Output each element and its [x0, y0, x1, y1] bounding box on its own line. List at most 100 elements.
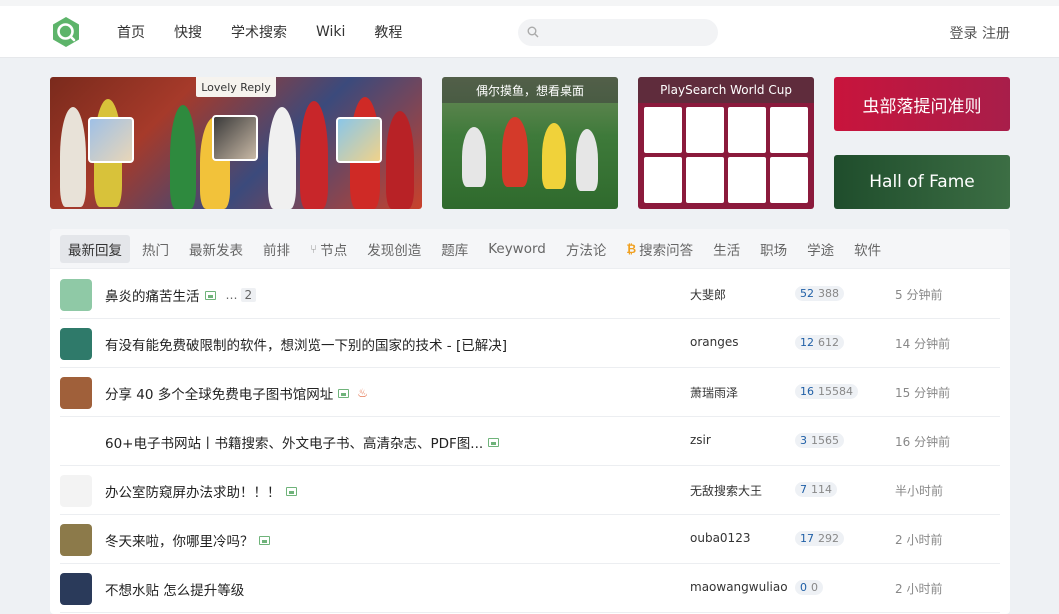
author-name[interactable]: oranges: [690, 335, 739, 349]
author-name[interactable]: 萧瑞雨泽: [690, 384, 738, 401]
banner-hall-of-fame[interactable]: Hall of Fame: [834, 155, 1010, 209]
table-row[interactable]: 冬天来啦，你哪里冷吗？ ouba0123 17 292 2 小时前: [60, 515, 1000, 564]
player-figure: [576, 129, 598, 191]
login-link[interactable]: 登录: [950, 26, 978, 42]
reply-view-count: 17 292: [795, 531, 844, 546]
reply-view-count: 16 15584: [795, 384, 858, 399]
player-figure: [268, 107, 296, 209]
author-name[interactable]: maowangwuliao: [690, 580, 788, 594]
avatar[interactable]: [60, 524, 92, 556]
tab-software[interactable]: 软件: [846, 235, 889, 263]
avatar[interactable]: [60, 377, 92, 409]
thread-title-link[interactable]: 不想水贴 怎么提升等级: [105, 579, 244, 599]
tab-methodology[interactable]: 方法论: [558, 235, 615, 263]
thread-title: 60+电子书网站丨书籍搜索、外文电子书、高清杂志、PDF图...: [105, 436, 484, 452]
tab-discover-create[interactable]: 发现创造: [359, 235, 429, 263]
image-icon: [338, 388, 350, 398]
search-input[interactable]: [546, 23, 706, 42]
tab-front-row[interactable]: 前排: [255, 235, 298, 263]
player-figure: [462, 127, 486, 187]
banner-question-rules[interactable]: 虫部落提问准则: [834, 77, 1010, 131]
tab-keyword[interactable]: Keyword: [480, 237, 554, 261]
table-row[interactable]: 有没有能免费破限制的软件，想浏览一下别的国家的技术 - [已解决] oranges…: [60, 319, 1000, 368]
banner-desktop-fishing[interactable]: 偶尔摸鱼，想看桌面: [442, 77, 618, 209]
page-link[interactable]: 2: [240, 288, 257, 302]
tab-life[interactable]: 生活: [705, 235, 748, 263]
nav-home[interactable]: 首页: [117, 22, 145, 42]
reply-count: 17: [800, 532, 814, 545]
thread-title-link[interactable]: 有没有能免费破限制的软件，想浏览一下别的国家的技术 - [已解决]: [105, 334, 507, 354]
banner-label: 虫部落提问准则: [862, 96, 982, 117]
author-name[interactable]: 无敌搜索大王: [690, 482, 762, 499]
avatar[interactable]: [60, 279, 92, 311]
thread-title-link[interactable]: 办公室防窥屏办法求助！！！: [105, 481, 297, 501]
search-icon: [527, 26, 539, 38]
nav-wiki[interactable]: Wiki: [316, 24, 345, 40]
player-figure: [60, 107, 86, 207]
last-reply-time: 2 小时前: [895, 533, 943, 547]
tab-latest-post[interactable]: 最新发表: [181, 235, 251, 263]
author-name[interactable]: zsir: [690, 433, 711, 447]
tab-nodes[interactable]: ⑂ 节点: [302, 235, 355, 263]
author-name[interactable]: 大斐郎: [690, 286, 726, 303]
node-icon: ⑂: [310, 241, 318, 256]
thread-title: 不想水贴 怎么提升等级: [105, 583, 245, 599]
tab-search-qa[interactable]: ₿ 搜索问答: [618, 235, 701, 263]
reply-count: 3: [800, 434, 807, 447]
group-card: [728, 107, 766, 153]
table-row[interactable]: 鼻炎的痛苦生活 … 2 大斐郎 52 388 5 分钟前: [60, 270, 1000, 319]
tab-hot[interactable]: 热门: [134, 235, 177, 263]
banner-playsearch-worldcup[interactable]: PlaySearch World Cup: [638, 77, 814, 209]
category-tabs: 最新回复 热门 最新发表 前排 ⑂ 节点 发现创造 题库 Keyword 方法论 …: [50, 229, 1010, 269]
avatar-thumbnail: [88, 117, 134, 163]
avatar[interactable]: [60, 475, 92, 507]
thread-title: 鼻炎的痛苦生活: [105, 289, 200, 305]
nav-tutorial[interactable]: 教程: [374, 22, 402, 42]
reply-view-count: 52 388: [795, 286, 844, 301]
avatar[interactable]: [60, 573, 92, 605]
thread-title: 冬天来啦，你哪里冷吗？: [105, 534, 254, 550]
thread-title-link[interactable]: 冬天来啦，你哪里冷吗？: [105, 530, 270, 550]
group-table-grid: [644, 107, 808, 203]
thread-title: 分享 40 多个全球免费电子图书馆网址: [105, 387, 334, 403]
tab-question-bank[interactable]: 题库: [433, 235, 476, 263]
nav-quick-search[interactable]: 快搜: [174, 22, 202, 42]
thread-panel: 最新回复 热门 最新发表 前排 ⑂ 节点 发现创造 题库 Keyword 方法论 …: [50, 229, 1010, 614]
group-card: [770, 107, 808, 153]
lovely-reply-tooltip: Lovely Reply: [196, 77, 276, 97]
view-count: 15584: [818, 385, 853, 398]
author-name[interactable]: ouba0123: [690, 531, 750, 545]
avatar[interactable]: [60, 328, 92, 360]
avatar-thumbnail: [212, 115, 258, 161]
tab-workplace[interactable]: 职场: [752, 235, 795, 263]
table-row[interactable]: 办公室防窥屏办法求助！！！ 无敌搜索大王 7 114 半小时前: [60, 466, 1000, 515]
ellipsis: …: [225, 288, 238, 302]
image-icon: [488, 437, 500, 447]
tab-study[interactable]: 学途: [799, 235, 842, 263]
avatar[interactable]: [60, 426, 92, 458]
thread-title: 有没有能免费破限制的软件，想浏览一下别的国家的技术 - [已解决]: [105, 338, 507, 354]
tab-latest-reply[interactable]: 最新回复: [60, 234, 130, 263]
auth-links: 登录 注册: [950, 23, 1010, 43]
thread-title-link[interactable]: 60+电子书网站丨书籍搜索、外文电子书、高清杂志、PDF图...: [105, 432, 500, 452]
table-row[interactable]: 分享 40 多个全球免费电子图书馆网址 ♨ 萧瑞雨泽 16 15584 15 分钟前: [60, 368, 1000, 417]
banner-worldcup-players[interactable]: Lovely Reply: [50, 77, 422, 209]
reply-count: 0: [800, 581, 807, 594]
thread-title-link[interactable]: 鼻炎的痛苦生活 … 2: [105, 285, 257, 305]
last-reply-time: 2 小时前: [895, 582, 943, 596]
nav-academic-search[interactable]: 学术搜索: [231, 22, 287, 42]
view-count: 388: [818, 287, 839, 300]
view-count: 612: [818, 336, 839, 349]
view-count: 1565: [811, 434, 839, 447]
reply-view-count: 7 114: [795, 482, 837, 497]
table-row[interactable]: 60+电子书网站丨书籍搜索、外文电子书、高清杂志、PDF图... zsir 3 156…: [60, 417, 1000, 466]
register-link[interactable]: 注册: [982, 26, 1010, 42]
thread-title: 办公室防窥屏办法求助！！！: [105, 485, 281, 501]
player-figure: [300, 101, 328, 209]
image-icon: [258, 535, 270, 545]
reply-count: 7: [800, 483, 807, 496]
view-count: 292: [818, 532, 839, 545]
thread-title-link[interactable]: 分享 40 多个全球免费电子图书馆网址 ♨: [105, 383, 368, 403]
table-row[interactable]: 不想水贴 怎么提升等级 maowangwuliao 0 0 2 小时前: [60, 564, 1000, 613]
logo-icon[interactable]: [50, 16, 82, 48]
